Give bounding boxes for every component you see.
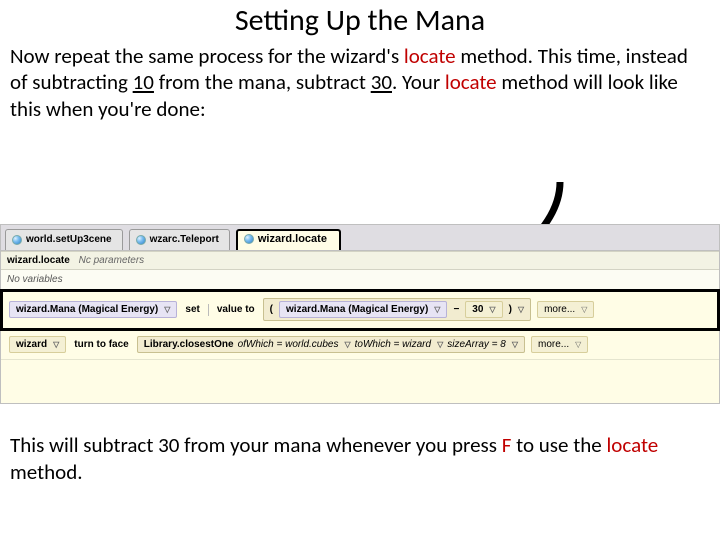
outro-F: F [502,432,512,458]
more-options-1[interactable]: more... ▽ [537,301,594,318]
outro-t1: This will subtract 30 from your mana whe… [10,432,502,458]
intro-t1: Now repeat the same process for the wiza… [10,43,404,69]
chevron-down-icon: ▽ [489,305,495,314]
object-name: wizard [16,339,47,350]
variable-name-inner: wizard.Mana (Magical Energy) [286,304,428,315]
minus-op: − [453,304,459,315]
set-mana-statement[interactable]: wizard.Mana (Magical Energy) ▽ set value … [1,290,719,330]
function-name: Library.closestOne [144,339,234,350]
no-parameters: Nc parameters [79,255,145,266]
page-title: Setting Up the Mana [0,2,720,39]
arg-ofwhich: ofWhich = world.cubes [238,339,339,350]
more-label-1: more... [544,304,575,315]
method-tabs: world.setUp3cene wzarc.Teleport wizard.l… [1,225,719,251]
intro-t4: . Your [392,69,445,95]
outro-locate: locate [606,432,658,458]
lparen: ( [270,304,273,315]
outro-paragraph: This will subtract 30 from your mana whe… [0,432,720,487]
keyword-value-to: value to [215,304,257,315]
chevron-down-icon: ▽ [581,305,587,314]
rparen: ) [509,304,512,315]
chevron-down-icon: ▽ [518,305,524,314]
sphere-icon [244,234,254,244]
tab-label-1: wzarc.Teleport [150,234,219,245]
chevron-down-icon: ▽ [512,340,518,349]
variable-chip-mana-inner[interactable]: wizard.Mana (Magical Energy) ▽ [279,301,447,318]
keyword-turn-to-face: turn to face [72,339,130,350]
tab-wizard-teleport[interactable]: wzarc.Teleport [129,229,230,250]
variable-chip-mana[interactable]: wizard.Mana (Magical Energy) ▽ [9,301,177,318]
divider [208,304,209,316]
literal-30-text: 30 [472,304,483,315]
object-chip-wizard[interactable]: wizard ▽ [9,336,66,353]
chevron-down-icon: ▽ [53,340,59,349]
tab-wizard-locate[interactable]: wizard.locate [236,229,341,250]
literal-30[interactable]: 30 ▽ [465,301,502,318]
chevron-down-icon: ▽ [344,340,350,349]
intro-t3: from the mana, subtract [154,69,371,95]
intro-locate-1: locate [404,43,456,69]
variable-name: wizard.Mana (Magical Energy) [16,304,158,315]
expression-chip[interactable]: ( wizard.Mana (Magical Energy)▽ − 30▽ ) … [263,298,531,321]
chevron-down-icon: ▽ [164,305,170,314]
chevron-down-icon: ▽ [434,305,440,314]
intro-10: 10 [133,69,154,95]
intro-paragraph: Now repeat the same process for the wiza… [0,43,720,122]
outro-t2: to use the [511,432,606,458]
turn-to-face-statement[interactable]: wizard ▽ turn to face Library.closestOne … [1,330,719,360]
intro-30: 30 [371,69,392,95]
sphere-icon [136,235,146,245]
arg-sizearray: sizeArray = 8 [447,339,506,350]
no-variables: No variables [1,270,719,290]
chevron-down-icon: ▽ [575,340,581,349]
outro-t3: method. [10,459,83,485]
arg-towhich: toWhich = wizard [355,339,431,350]
function-chip-closestone[interactable]: Library.closestOne ofWhich = world.cubes… [137,336,525,353]
tab-world-setup[interactable]: world.setUp3cene [5,229,123,250]
more-options-2[interactable]: more... ▽ [531,336,588,353]
chevron-down-icon: ▽ [437,340,443,349]
method-name: wizard.locate [7,255,70,266]
intro-locate-2: locate [445,69,497,95]
keyword-set: set [183,304,201,315]
tab-label-2: wizard.locate [258,233,327,245]
more-label-2: more... [538,339,569,350]
tab-label-0: world.setUp3cene [26,234,112,245]
alice-editor-panel: world.setUp3cene wzarc.Teleport wizard.l… [0,224,720,404]
method-signature: wizard.locate Nc parameters [1,251,719,270]
sphere-icon [12,235,22,245]
